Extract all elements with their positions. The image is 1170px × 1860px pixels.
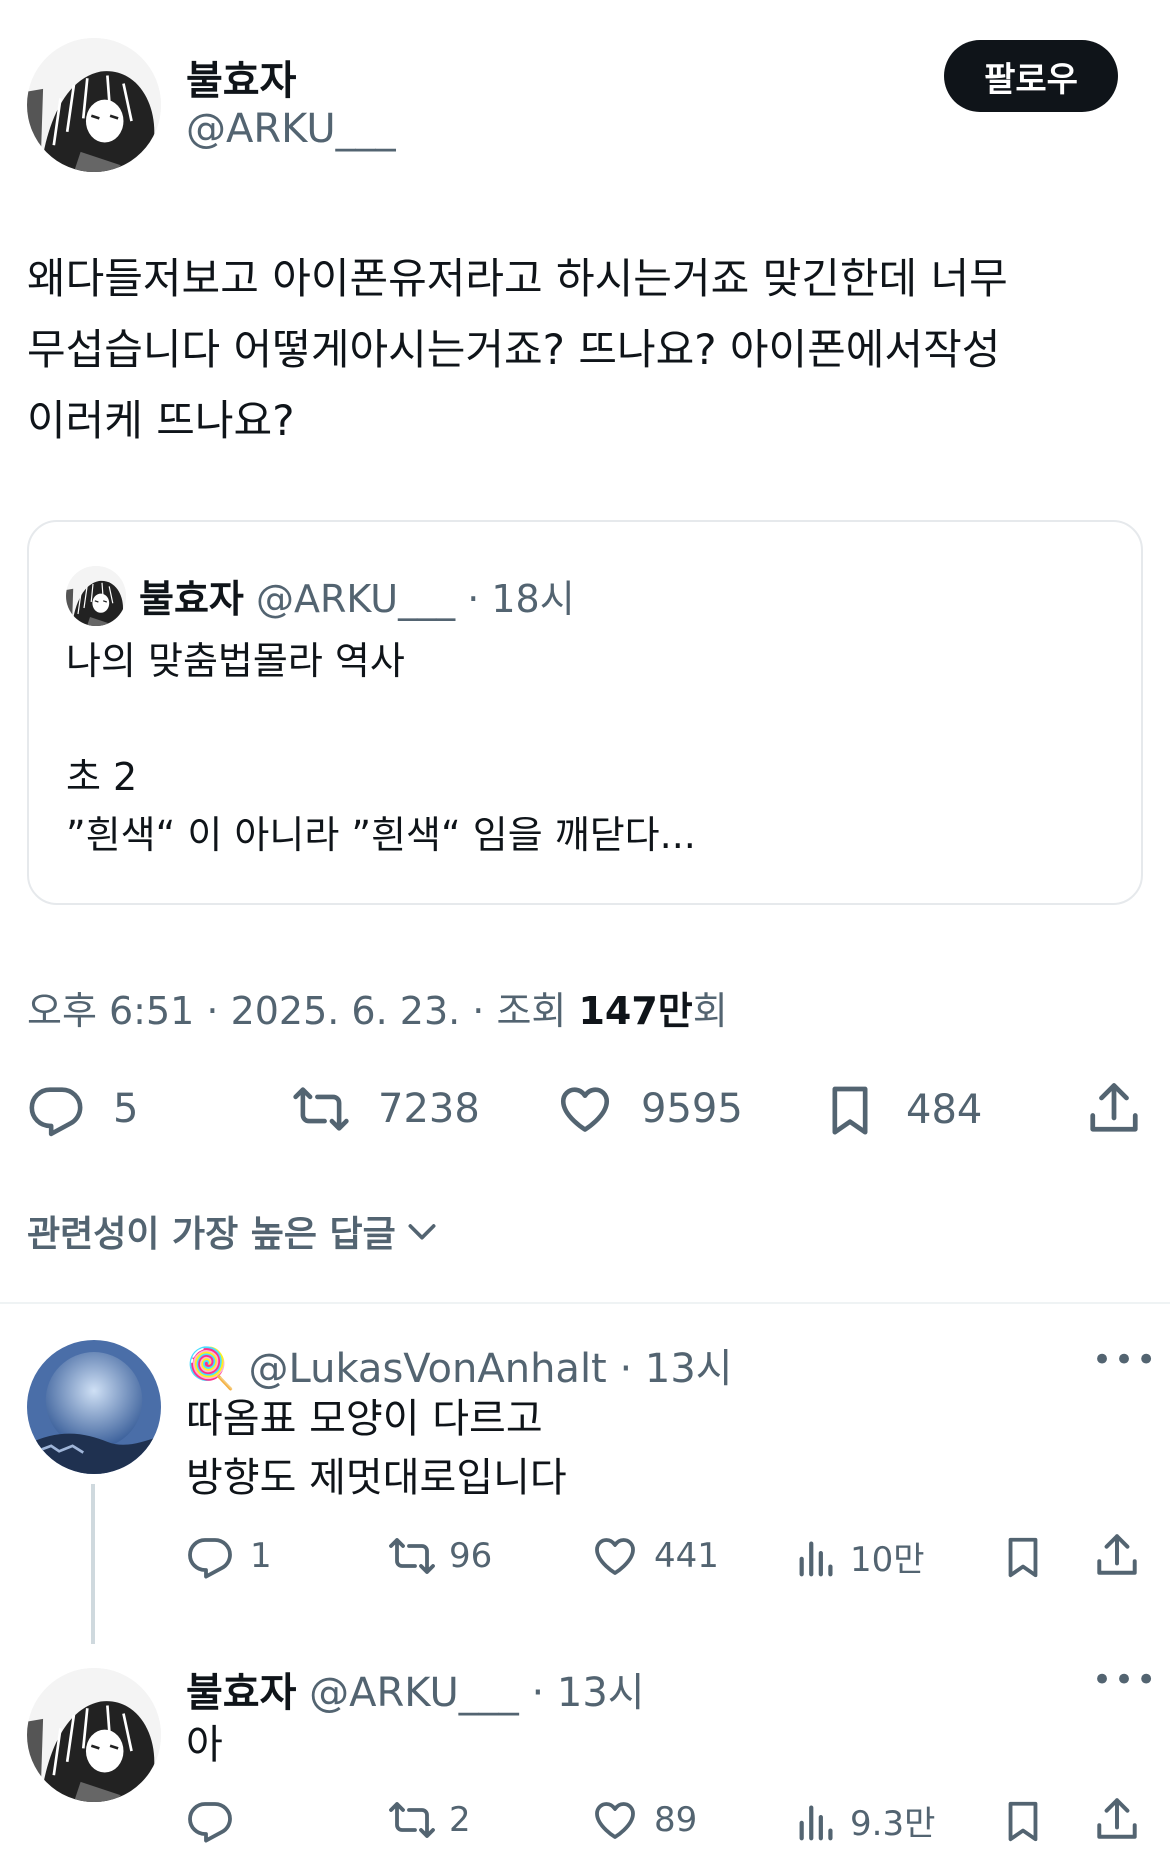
like-count: 9595 xyxy=(641,1086,743,1132)
reply-count: 5 xyxy=(113,1086,139,1132)
tweet-text-line: 무섭습니다 어떻게아시는거죠? 뜨나요? 아이폰에서작성 xyxy=(27,325,1001,374)
quote-text-line: 초 2 xyxy=(66,755,138,799)
reply-text-line: 아 xyxy=(186,1722,223,1768)
tweet-timestamp-views: 오후 6:51 · 2025. 6. 23. · 조회 147만회 xyxy=(27,980,728,1035)
reply-count: 1 xyxy=(250,1536,272,1576)
tweet-text-line: 이러케 뜨나요? xyxy=(27,396,295,445)
quote-display-name: 불효자 xyxy=(139,577,244,621)
quote-handle: @ARKU___ xyxy=(255,577,456,621)
reply-time: · 13시 xyxy=(531,1670,645,1716)
view-count-suffix: 회 xyxy=(692,989,728,1033)
reply-retweet-button[interactable]: 2 xyxy=(385,1796,471,1844)
thread-connector xyxy=(91,1484,95,1644)
bookmark-button[interactable]: 484 xyxy=(822,1080,982,1140)
quote-text: 나의 맞춤법몰라 역사 초 2 ”흰색“ 이 아니라 ”흰색“ 임을 깨닫다..… xyxy=(66,632,696,864)
quote-text-line: 나의 맞춤법몰라 역사 xyxy=(66,639,405,683)
retweet-count: 96 xyxy=(449,1536,493,1576)
reply-avatar[interactable] xyxy=(27,1340,161,1474)
author-handle[interactable]: @ARKU___ xyxy=(186,106,396,152)
tweet-timestamp: 오후 6:51 · 2025. 6. 23. · 조회 xyxy=(27,989,579,1033)
reply-icon xyxy=(186,1796,234,1844)
reply-reply-button[interactable] xyxy=(186,1796,234,1844)
views-icon xyxy=(794,1797,840,1845)
reply-views-button[interactable]: 10만 xyxy=(794,1532,925,1581)
reply-icon xyxy=(186,1532,234,1580)
bookmark-icon xyxy=(1000,1532,1046,1582)
reply-text: 아 xyxy=(186,1716,223,1775)
lollipop-emoji: 🍭 xyxy=(186,1346,236,1392)
reply-views-button[interactable]: 9.3만 xyxy=(794,1796,935,1845)
reply-text-line: 방향도 제멋대로입니다 xyxy=(186,1455,567,1501)
views-count: 9.3만 xyxy=(850,1804,936,1844)
retweet-icon xyxy=(385,1532,439,1580)
reply-share-button[interactable] xyxy=(1092,1794,1142,1844)
like-count: 89 xyxy=(654,1800,698,1840)
like-icon xyxy=(555,1080,615,1138)
quote-time: · 18시 xyxy=(467,577,575,621)
divider xyxy=(0,1302,1170,1304)
bookmark-icon xyxy=(822,1080,878,1140)
views-icon xyxy=(794,1533,840,1581)
author-avatar[interactable] xyxy=(27,38,161,172)
retweet-count: 2 xyxy=(449,1800,471,1840)
retweet-icon xyxy=(288,1080,354,1138)
reply-header: 불효자 @ARKU___ · 13시 xyxy=(186,1660,645,1718)
reply-time: · 13시 xyxy=(619,1346,733,1392)
like-button[interactable]: 9595 xyxy=(555,1080,743,1138)
follow-button[interactable]: 팔로우 xyxy=(944,40,1118,112)
author-display-name[interactable]: 불효자 xyxy=(186,48,296,106)
reply-share-button[interactable] xyxy=(1092,1530,1142,1580)
reply-icon xyxy=(27,1080,85,1138)
share-icon xyxy=(1092,1530,1142,1580)
quote-header: 불효자 @ARKU___ · 18시 xyxy=(139,568,575,623)
share-icon xyxy=(1084,1078,1144,1138)
retweet-icon xyxy=(385,1796,439,1844)
views-count: 10만 xyxy=(850,1540,925,1580)
view-count: 147만 xyxy=(578,989,693,1033)
reply-reply-button[interactable]: 1 xyxy=(186,1532,272,1580)
bookmark-icon xyxy=(1000,1796,1046,1846)
replies-sort-dropdown[interactable]: 관련성이 가장 높은 답글 xyxy=(27,1205,442,1257)
more-icon[interactable]: ••• xyxy=(1092,1660,1158,1700)
retweet-button[interactable]: 7238 xyxy=(288,1080,480,1138)
quote-text-line: ”흰색“ 이 아니라 ”흰색“ 임을 깨닫다... xyxy=(66,813,696,857)
retweet-count: 7238 xyxy=(378,1086,480,1132)
reply-avatar[interactable] xyxy=(27,1668,161,1802)
chevron-down-icon xyxy=(408,1224,436,1240)
tweet-text: 왜다들저보고 아이폰유저라고 하시는거죠 맞긴한데 너무 무섭습니다 어떻게아시… xyxy=(27,243,1147,456)
quote-text-line xyxy=(66,690,696,748)
reply-button[interactable]: 5 xyxy=(27,1080,138,1138)
reply-like-button[interactable]: 89 xyxy=(590,1796,697,1844)
like-icon xyxy=(590,1796,640,1844)
bookmark-count: 484 xyxy=(906,1087,983,1133)
reply-text-line: 따옴표 모양이 다르고 xyxy=(186,1396,543,1442)
more-icon[interactable]: ••• xyxy=(1092,1340,1158,1380)
like-icon xyxy=(590,1532,640,1580)
reply-retweet-button[interactable]: 96 xyxy=(385,1532,492,1580)
reply-display-name[interactable]: 불효자 xyxy=(186,1670,296,1716)
reply-bookmark-button[interactable] xyxy=(1000,1796,1046,1846)
reply-bookmark-button[interactable] xyxy=(1000,1532,1046,1582)
reply-text: 따옴표 모양이 다르고 방향도 제멋대로입니다 xyxy=(186,1390,567,1508)
share-button[interactable] xyxy=(1084,1078,1144,1138)
reply-handle[interactable]: @ARKU___ xyxy=(309,1670,519,1716)
reply-header: 🍭 @LukasVonAnhalt · 13시 xyxy=(186,1336,733,1394)
reply-handle[interactable]: @LukasVonAnhalt xyxy=(249,1346,607,1392)
replies-sort-label: 관련성이 가장 높은 답글 xyxy=(27,1214,396,1255)
quote-author-avatar xyxy=(66,566,126,626)
tweet-text-line: 왜다들저보고 아이폰유저라고 하시는거죠 맞긴한데 너무 xyxy=(27,254,1008,303)
like-count: 441 xyxy=(654,1536,719,1576)
reply-like-button[interactable]: 441 xyxy=(590,1532,719,1580)
share-icon xyxy=(1092,1794,1142,1844)
